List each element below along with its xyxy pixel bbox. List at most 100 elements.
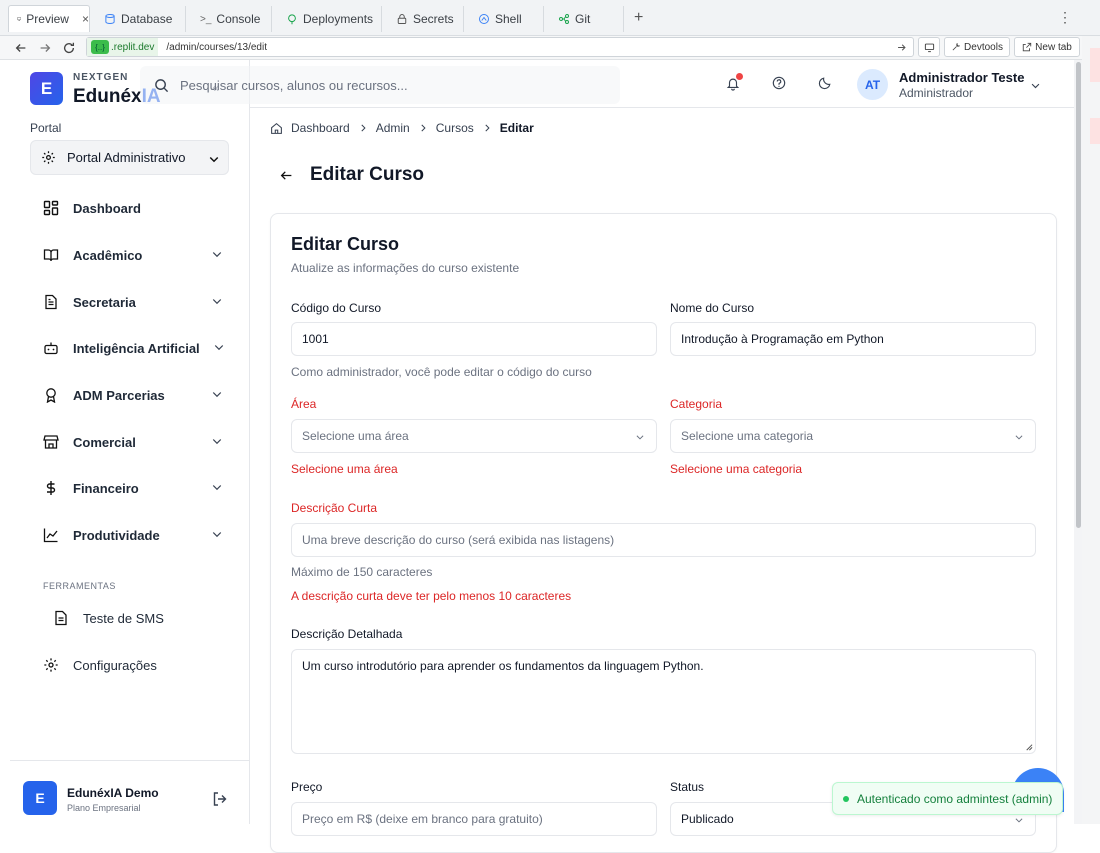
url-host-chip: {..} .replit.dev — [87, 38, 159, 56]
reload-icon[interactable] — [62, 41, 76, 55]
status-label: Status — [670, 780, 705, 794]
portal-select[interactable]: Portal Administrativo — [30, 140, 229, 175]
dollar-icon — [46, 481, 56, 495]
tab-label: Git — [575, 12, 591, 26]
chevron-down-icon — [1015, 435, 1023, 440]
sidebar-item-comercial[interactable]: Comercial — [43, 430, 223, 454]
category-label: Categoria — [670, 397, 723, 411]
tab-console[interactable]: >_ Console — [186, 6, 272, 32]
breadcrumb-cursos[interactable]: Cursos — [436, 121, 474, 135]
tab-shell[interactable]: Shell — [464, 6, 544, 32]
area-error: Selecione uma área — [291, 462, 398, 476]
short-description-input[interactable]: Uma breve descrição do curso (será exibi… — [291, 523, 1036, 557]
chevron-down-icon — [212, 439, 222, 445]
url-bar: {..} .replit.dev /admin/courses/13/edit … — [0, 36, 1082, 60]
sidebar-item-secretaria[interactable]: Secretaria — [43, 290, 223, 314]
new-tab-button[interactable]: New tab — [1014, 37, 1080, 57]
moon-icon[interactable] — [818, 76, 832, 90]
back-arrow-icon[interactable] — [280, 169, 293, 182]
tab-git[interactable]: Git — [544, 6, 624, 32]
sidebar: E NEXTGEN EdunéxIA « Portal Portal Admin… — [10, 60, 250, 824]
page-scrollbar-thumb[interactable] — [1076, 62, 1081, 528]
search-placeholder: Pesquisar cursos, alunos ou recursos... — [180, 77, 408, 93]
edit-course-card: Editar Curso Atualize as informações do … — [270, 213, 1057, 853]
screen-icon — [924, 43, 934, 52]
auth-toast: Autenticado como admintest (admin) — [832, 782, 1063, 815]
chevron-down-icon — [636, 435, 644, 440]
resize-grip-icon[interactable] — [1024, 742, 1033, 751]
tab-label: Database — [121, 12, 173, 26]
ide-tab-bar: Preview × Database >_ Console Deployment… — [0, 0, 1100, 36]
open-external-arrow-icon[interactable] — [896, 42, 907, 53]
external-link-icon — [1022, 42, 1032, 52]
sidebar-item-produtividade[interactable]: Produtividade — [43, 523, 223, 547]
avatar: E — [23, 781, 57, 815]
logout-icon[interactable] — [212, 791, 228, 807]
breadcrumb-admin[interactable]: Admin — [376, 121, 410, 135]
category-select[interactable]: Selecione uma categoria — [670, 419, 1036, 453]
breadcrumb-dashboard[interactable]: Dashboard — [291, 121, 350, 135]
sidebar-item-label: Teste de SMS — [83, 610, 164, 626]
search-icon — [155, 78, 169, 92]
tab-label: Deployments — [303, 12, 374, 26]
new-tab-plus-icon[interactable]: + — [634, 9, 643, 27]
short-description-label: Descrição Curta — [291, 501, 378, 515]
close-icon[interactable]: × — [82, 12, 89, 26]
avatar[interactable]: AT — [857, 69, 888, 100]
more-vertical-icon[interactable]: ⋮ — [1058, 9, 1072, 26]
chevron-down-icon[interactable] — [1030, 80, 1041, 91]
help-icon[interactable] — [772, 76, 786, 90]
tab-preview[interactable]: Preview × — [8, 5, 90, 32]
breadcrumb: Dashboard Admin Cursos Editar — [270, 120, 534, 136]
course-name-input[interactable]: Introdução à Programação em Python — [670, 322, 1036, 356]
card-subtitle: Atualize as informações do curso existen… — [291, 261, 520, 275]
url-host: .replit.dev — [111, 41, 155, 53]
price-input[interactable]: Preço em R$ (deixe em branco para gratui… — [291, 802, 657, 836]
terminal-icon: >_ — [200, 13, 212, 25]
url-field[interactable]: {..} .replit.dev /admin/courses/13/edit — [86, 37, 914, 57]
area-label: Área — [291, 397, 317, 411]
sidebar-item-configuracoes[interactable]: Configurações — [43, 653, 223, 677]
devtools-button[interactable]: Devtools — [944, 37, 1010, 57]
sidebar-item-academico[interactable]: Acadêmico — [43, 243, 223, 267]
sidebar-item-label: Comercial — [73, 434, 136, 450]
course-code-value: 1001 — [302, 332, 329, 346]
chart-line-icon — [43, 528, 58, 543]
gear-icon — [42, 151, 55, 164]
tab-secrets[interactable]: Secrets — [382, 6, 464, 32]
breadcrumb-current: Editar — [499, 121, 534, 135]
long-description-textarea[interactable]: Um curso introdutório para aprender os f… — [291, 649, 1036, 754]
sidebar-item-label: Inteligência Artificial — [73, 340, 200, 356]
screen-toggle-button[interactable] — [918, 37, 940, 57]
sidebar-item-label: Secretaria — [73, 294, 136, 310]
tab-deployments[interactable]: Deployments — [272, 6, 382, 32]
sidebar-item-dashboard[interactable]: Dashboard — [43, 196, 223, 220]
portal-select-value: Portal Administrativo — [67, 150, 186, 165]
sidebar-item-financeiro[interactable]: Financeiro — [43, 476, 223, 500]
home-icon[interactable] — [270, 122, 283, 135]
bot-icon — [44, 342, 58, 355]
back-nav-icon[interactable] — [14, 41, 28, 55]
tools-section-label: FERRAMENTAS — [43, 581, 116, 591]
forward-nav-icon[interactable] — [38, 41, 52, 55]
sidebar-item-teste-sms[interactable]: Teste de SMS — [53, 606, 233, 630]
chevron-right-icon — [361, 124, 366, 132]
brand-name-main: Edunéx — [73, 86, 142, 107]
sidebar-user-footer: E EdunéxIA Demo Plano Empresarial — [10, 760, 250, 824]
dashboard-icon — [43, 200, 59, 216]
devtools-label: Devtools — [964, 41, 1003, 53]
footer-org-name: EdunéxIA Demo — [67, 786, 159, 800]
edge-highlight — [1090, 48, 1100, 82]
card-title: Editar Curso — [291, 234, 400, 254]
notification-dot — [736, 73, 743, 80]
sidebar-item-inteligencia-artificial[interactable]: Inteligência Artificial — [43, 336, 224, 360]
chevron-down-icon — [209, 156, 219, 163]
sidebar-item-adm-parcerias[interactable]: ADM Parcerias — [43, 383, 223, 407]
course-code-input[interactable]: 1001 — [291, 322, 657, 356]
search-input[interactable]: Pesquisar cursos, alunos ou recursos... — [140, 66, 620, 104]
area-select[interactable]: Selecione uma área — [291, 419, 657, 453]
tab-database[interactable]: Database — [90, 6, 186, 32]
newtab-label: New tab — [1035, 41, 1072, 53]
sidebar-item-label: Configurações — [73, 657, 157, 673]
user-name[interactable]: Administrador Teste — [899, 70, 1024, 85]
